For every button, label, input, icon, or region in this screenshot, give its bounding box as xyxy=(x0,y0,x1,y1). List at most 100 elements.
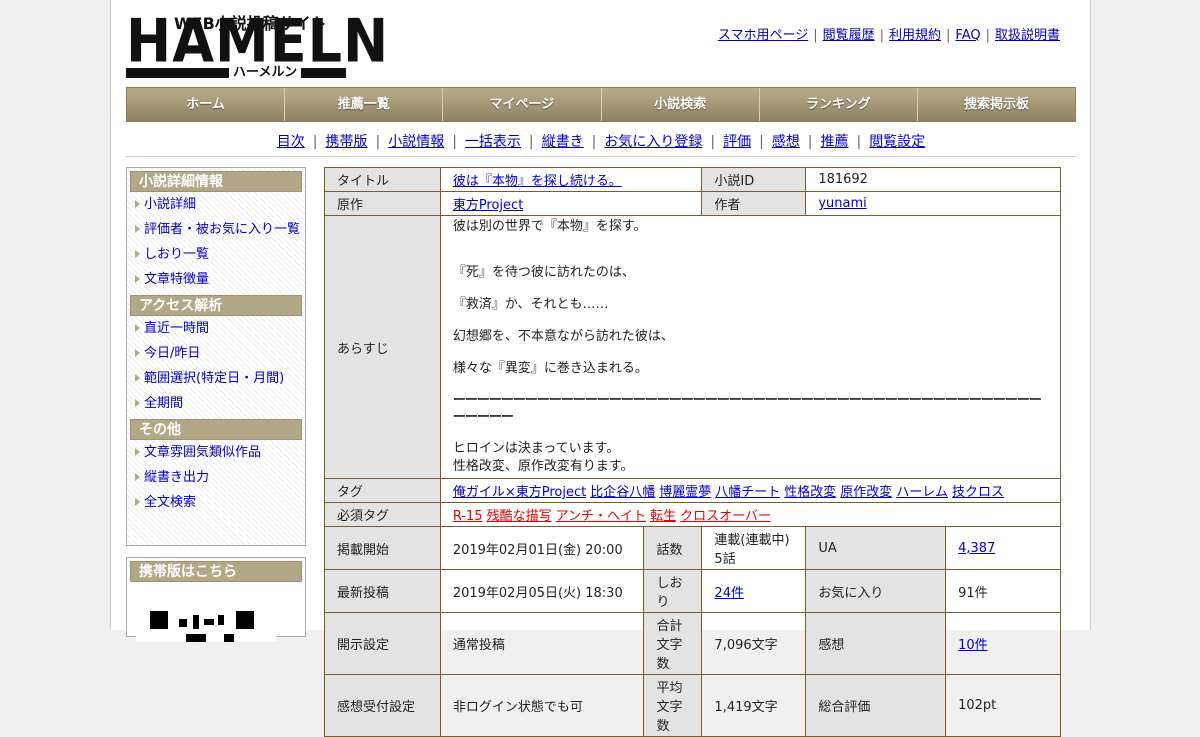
page: WEB小説投稿サイト HAMELN ハーメルン スマホ用ページ | 閲覧履歴 | 利用規… xyxy=(110,0,1091,737)
sub-nav-link-2[interactable]: 小説情報 xyxy=(388,134,444,150)
tags-label: タグ xyxy=(324,478,441,503)
main-nav-item-2[interactable]: マイページ xyxy=(443,88,602,121)
top-link-3[interactable]: FAQ xyxy=(955,28,980,43)
synopsis-line: 『死』を待つ彼に訪れたのは、 xyxy=(452,265,635,280)
stat-value: 連載(連載中) 5話 xyxy=(701,526,807,570)
tag-link[interactable]: ハーレム xyxy=(896,485,948,500)
stat-label: 総合評価 xyxy=(805,674,947,737)
tag-link[interactable]: 比企谷八幡 xyxy=(590,485,655,500)
sub-nav-link-0[interactable]: 目次 xyxy=(277,134,305,150)
synopsis: 彼は別の世界で『本物』を探す。 『死』を待つ彼に訪れたのは、 『救済』か、それとも…… xyxy=(439,215,1062,479)
novel-id-label: 小説ID xyxy=(701,167,807,192)
sub-nav-link-4[interactable]: 縦書き xyxy=(542,134,584,150)
main-nav-item-0[interactable]: ホーム xyxy=(127,88,286,121)
author-link[interactable]: yunami xyxy=(818,196,866,211)
stat-label: 最新投稿 xyxy=(324,569,441,613)
sub-nav-link-7[interactable]: 感想 xyxy=(772,134,800,150)
stat-label: 平均文字数 xyxy=(643,674,703,737)
divider xyxy=(126,156,1076,157)
sub-nav-link-1[interactable]: 携帯版 xyxy=(325,134,367,150)
sub-nav-link-8[interactable]: 推薦 xyxy=(821,134,849,150)
sub-nav-link-9[interactable]: 閲覧設定 xyxy=(869,134,925,150)
synopsis-line: 性格改変、原作改変有ります。 xyxy=(452,459,634,474)
sub-nav-link-6[interactable]: 評価 xyxy=(723,134,751,150)
main-nav-item-4[interactable]: ランキング xyxy=(759,88,918,121)
separator: | xyxy=(312,134,318,150)
sidebar-item[interactable]: しおり一覧 xyxy=(130,242,302,267)
top-link-1[interactable]: 閲覧履歴 xyxy=(823,28,875,43)
qr-block xyxy=(179,619,187,627)
required-tags-label: 必須タグ xyxy=(324,502,441,527)
stat-link[interactable]: 10件 xyxy=(958,638,988,653)
qr-block xyxy=(218,615,224,625)
synopsis-line: 彼は別の世界で『本物』を探す。 xyxy=(452,219,647,234)
site-logo[interactable]: WEB小説投稿サイト HAMELN ハーメルン xyxy=(126,10,388,81)
stat-value: 2019年02月01日(金) 20:00 xyxy=(439,526,645,570)
tag-link[interactable]: 博麗霊夢 xyxy=(659,485,711,500)
separator: | xyxy=(813,28,818,43)
main-nav-item-3[interactable]: 小説検索 xyxy=(601,88,760,121)
stat-label: 合計文字数 xyxy=(643,612,703,675)
tag-link[interactable]: 俺ガイル×東方Project xyxy=(453,485,586,500)
required-tag-link[interactable]: R-15 xyxy=(453,509,483,524)
sidebar-item[interactable]: 評価者・被お気に入り一覧 xyxy=(130,217,302,242)
stat-label: 感想受付設定 xyxy=(324,674,441,737)
stat-label: お気に入り xyxy=(805,569,947,613)
synopsis-line: 様々な『異変』に巻き込まれる。 xyxy=(452,361,648,376)
separator: | xyxy=(528,134,534,150)
top-links: スマホ用ページ | 閲覧履歴 | 利用規約 | FAQ | 取扱説明書 xyxy=(718,24,1060,43)
separator: | xyxy=(985,28,990,43)
main-nav-item-5[interactable]: 捜索掲示板 xyxy=(917,88,1076,121)
stat-link[interactable]: 4,387 xyxy=(958,541,995,556)
sidebar-item[interactable]: 全期間 xyxy=(130,391,302,416)
sub-nav-link-3[interactable]: 一括表示 xyxy=(465,134,521,150)
original-link[interactable]: 東方Project xyxy=(453,198,523,213)
novel-id: 181692 xyxy=(805,167,1061,192)
tag-link[interactable]: 八幡チート xyxy=(715,485,780,500)
original-label: 原作 xyxy=(324,191,441,216)
sidebar-item[interactable]: 縦書き出力 xyxy=(130,465,302,490)
sidebar-item[interactable]: 今日/昨日 xyxy=(130,341,302,366)
separator: | xyxy=(710,134,716,150)
sidebar-heading: その他 xyxy=(130,419,302,440)
required-tag-link[interactable]: クロスオーバー xyxy=(680,509,771,524)
synopsis-line: ヒロインは決まっています。 xyxy=(452,441,620,456)
stat-value: 4,387 xyxy=(945,526,1061,570)
top-link-4[interactable]: 取扱説明書 xyxy=(995,28,1060,43)
tag-link[interactable]: 技クロス xyxy=(952,485,1004,500)
main-nav: ホーム 推薦一覧 マイページ 小説検索 ランキング 捜索掲示板 xyxy=(126,87,1076,122)
tag-link[interactable]: 性格改変 xyxy=(784,485,836,500)
title-link[interactable]: 彼は『本物』を探し続ける。 xyxy=(453,174,622,189)
stat-value: 非ログイン状態でも可 xyxy=(439,674,645,737)
mobile-box-title: 携帯版はこちら xyxy=(130,561,302,582)
sidebar-item[interactable]: 範囲選択(特定日・月間) xyxy=(130,366,302,391)
tag-link[interactable]: 原作改変 xyxy=(840,485,892,500)
separator: | xyxy=(591,134,597,150)
sidebar-item[interactable]: 文章雰囲気類似作品 xyxy=(130,440,302,465)
title-cell: 彼は『本物』を探し続ける。 xyxy=(439,167,703,192)
required-tag-link[interactable]: 転生 xyxy=(650,509,676,524)
synopsis-line: 『救済』か、それとも…… xyxy=(452,297,609,312)
qr-block xyxy=(224,634,234,642)
stat-link[interactable]: 24件 xyxy=(714,586,744,601)
stat-value: 102pt xyxy=(945,674,1061,737)
original-cell: 東方Project xyxy=(439,191,703,216)
required-tag-link[interactable]: 残酷な描写 xyxy=(487,509,552,524)
sidebar-item[interactable]: 直近一時間 xyxy=(130,316,302,341)
top-link-0[interactable]: スマホ用ページ xyxy=(718,28,808,43)
stat-label: UA xyxy=(805,526,947,570)
sidebar-item[interactable]: 文章特徴量 xyxy=(130,267,302,292)
main-nav-item-1[interactable]: 推薦一覧 xyxy=(285,88,444,121)
sub-nav-link-5[interactable]: お気に入り登録 xyxy=(604,134,702,150)
logo-kana: ハーメルン xyxy=(229,65,302,81)
stat-label: しおり xyxy=(643,569,703,613)
required-tag-link[interactable]: アンチ・ヘイト xyxy=(556,509,646,524)
top-link-2[interactable]: 利用規約 xyxy=(889,28,941,43)
sidebar-item[interactable]: 全文検索 xyxy=(130,490,302,515)
sidebar-item[interactable]: 小説詳細 xyxy=(130,192,302,217)
sidebar-heading: アクセス解析 xyxy=(130,295,302,316)
